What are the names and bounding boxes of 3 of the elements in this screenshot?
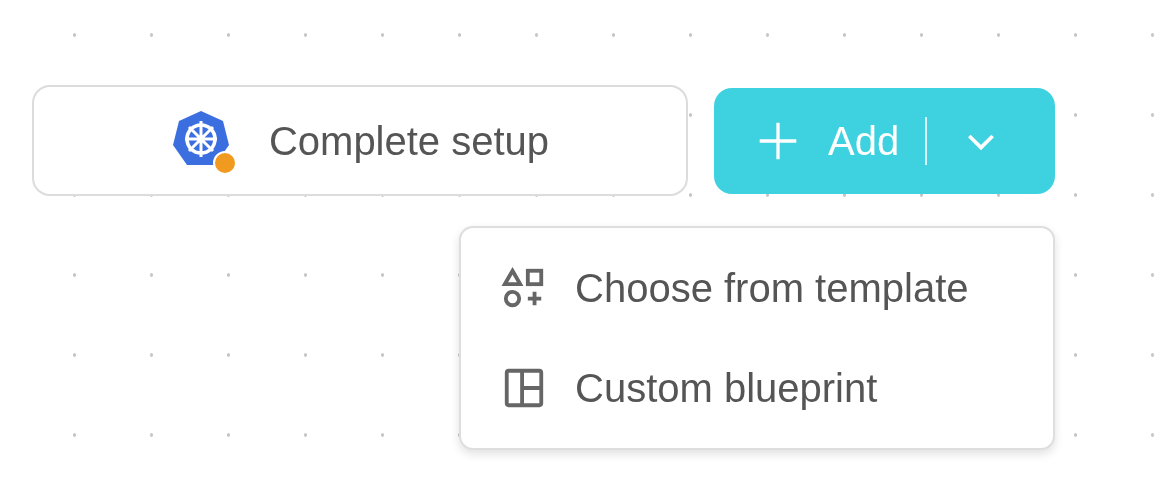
menu-item[interactable]: Choose from template <box>501 247 1013 328</box>
complete-setup-button[interactable]: Complete setup <box>32 85 688 196</box>
menu-item[interactable]: Custom blueprint <box>501 347 1013 428</box>
